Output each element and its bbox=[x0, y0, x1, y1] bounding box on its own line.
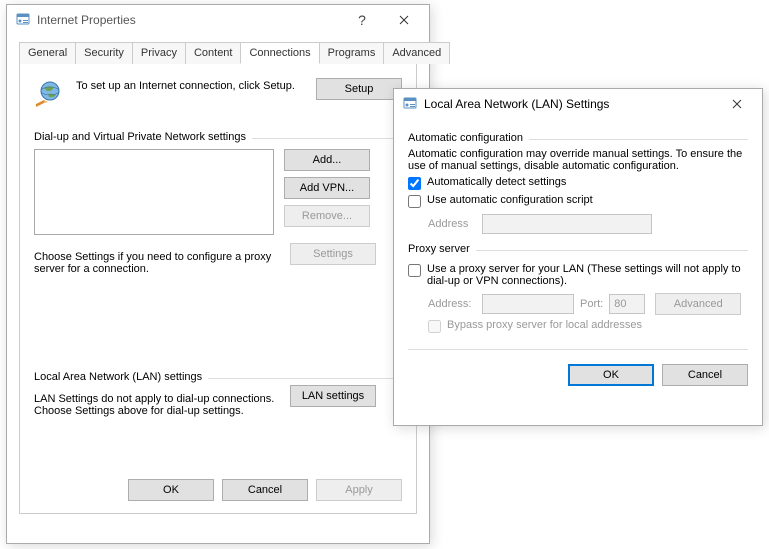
help-button[interactable]: ? bbox=[341, 6, 383, 34]
lan-content: Automatic configuration Automatic config… bbox=[394, 119, 762, 398]
dun-buttons: Add... Add VPN... Remove... bbox=[284, 149, 370, 235]
lan-ok-button[interactable]: OK bbox=[568, 364, 654, 386]
setup-button[interactable]: Setup bbox=[316, 78, 402, 100]
add-vpn-button[interactable]: Add VPN... bbox=[284, 177, 370, 199]
proxy-port-input bbox=[609, 294, 645, 314]
choose-row: Choose Settings if you need to configure… bbox=[34, 243, 402, 275]
lan-text: LAN Settings do not apply to dial-up con… bbox=[34, 393, 280, 417]
apply-button: Apply bbox=[316, 479, 402, 501]
tabs: General Security Privacy Content Connect… bbox=[19, 41, 417, 64]
dun-area: Add... Add VPN... Remove... bbox=[34, 149, 402, 235]
remove-button: Remove... bbox=[284, 205, 370, 227]
script-address-input bbox=[482, 214, 652, 234]
lan-settings-button[interactable]: LAN settings bbox=[290, 385, 376, 407]
separator bbox=[408, 349, 748, 350]
lan-settings-window: Local Area Network (LAN) Settings Automa… bbox=[393, 88, 763, 426]
close-button[interactable] bbox=[383, 6, 425, 34]
proxy-address-row: Address: Port: Advanced bbox=[428, 293, 748, 315]
tab-content[interactable]: Content bbox=[185, 42, 242, 64]
dun-group-label: Dial-up and Virtual Private Network sett… bbox=[34, 124, 402, 139]
tab-general[interactable]: General bbox=[19, 42, 76, 64]
proxy-port-label: Port: bbox=[580, 298, 603, 310]
internet-properties-window: Internet Properties ? General Security P… bbox=[6, 4, 430, 544]
setup-row: To set up an Internet connection, click … bbox=[34, 78, 402, 110]
tab-advanced[interactable]: Advanced bbox=[383, 42, 450, 64]
script-address-row: Address bbox=[428, 214, 748, 234]
titlebar: Internet Properties ? bbox=[7, 5, 429, 35]
script-address-label: Address bbox=[428, 218, 476, 230]
add-button[interactable]: Add... bbox=[284, 149, 370, 171]
proxy-address-label: Address: bbox=[428, 298, 476, 310]
proxy-legend: Proxy server bbox=[408, 243, 476, 255]
lan-dialog-buttons: OK Cancel bbox=[408, 364, 748, 386]
auto-detect-checkbox[interactable]: Automatically detect settings bbox=[408, 176, 748, 190]
setup-text: To set up an Internet connection, click … bbox=[76, 78, 306, 92]
ok-button[interactable]: OK bbox=[128, 479, 214, 501]
dun-listbox[interactable] bbox=[34, 149, 274, 235]
use-proxy-checkbox[interactable]: Use a proxy server for your LAN (These s… bbox=[408, 263, 748, 287]
lan-titlebar: Local Area Network (LAN) Settings bbox=[394, 89, 762, 119]
use-script-checkbox[interactable]: Use automatic configuration script bbox=[408, 194, 748, 208]
lan-row: LAN Settings do not apply to dial-up con… bbox=[34, 385, 402, 417]
internet-options-icon bbox=[15, 12, 31, 28]
use-script-input[interactable] bbox=[408, 195, 421, 208]
auto-config-legend: Automatic configuration bbox=[408, 132, 529, 144]
auto-config-desc: Automatic configuration may override man… bbox=[408, 148, 748, 172]
bypass-input bbox=[428, 320, 441, 333]
internet-options-icon bbox=[402, 96, 418, 112]
globe-icon bbox=[34, 78, 66, 110]
lan-group-label: Local Area Network (LAN) settings bbox=[34, 364, 402, 379]
window-title: Internet Properties bbox=[37, 13, 341, 27]
dialog-buttons: OK Cancel Apply bbox=[128, 479, 402, 501]
lan-close-button[interactable] bbox=[716, 90, 758, 118]
window-content: General Security Privacy Content Connect… bbox=[7, 35, 429, 524]
proxy-address-input bbox=[482, 294, 574, 314]
tab-body: To set up an Internet connection, click … bbox=[19, 64, 417, 514]
lan-cancel-button[interactable]: Cancel bbox=[662, 364, 748, 386]
settings-button: Settings bbox=[290, 243, 376, 265]
auto-config-group: Automatic configuration Automatic config… bbox=[408, 139, 748, 240]
tab-connections[interactable]: Connections bbox=[240, 42, 319, 64]
cancel-button[interactable]: Cancel bbox=[222, 479, 308, 501]
bypass-checkbox: Bypass proxy server for local addresses bbox=[428, 319, 748, 333]
advanced-button: Advanced bbox=[655, 293, 741, 315]
tab-privacy[interactable]: Privacy bbox=[132, 42, 186, 64]
use-proxy-input[interactable] bbox=[408, 264, 421, 277]
lan-window-title: Local Area Network (LAN) Settings bbox=[424, 97, 716, 111]
tab-security[interactable]: Security bbox=[75, 42, 133, 64]
auto-detect-input[interactable] bbox=[408, 177, 421, 190]
proxy-group: Proxy server Use a proxy server for your… bbox=[408, 250, 748, 341]
choose-text: Choose Settings if you need to configure… bbox=[34, 251, 280, 275]
tab-programs[interactable]: Programs bbox=[319, 42, 385, 64]
